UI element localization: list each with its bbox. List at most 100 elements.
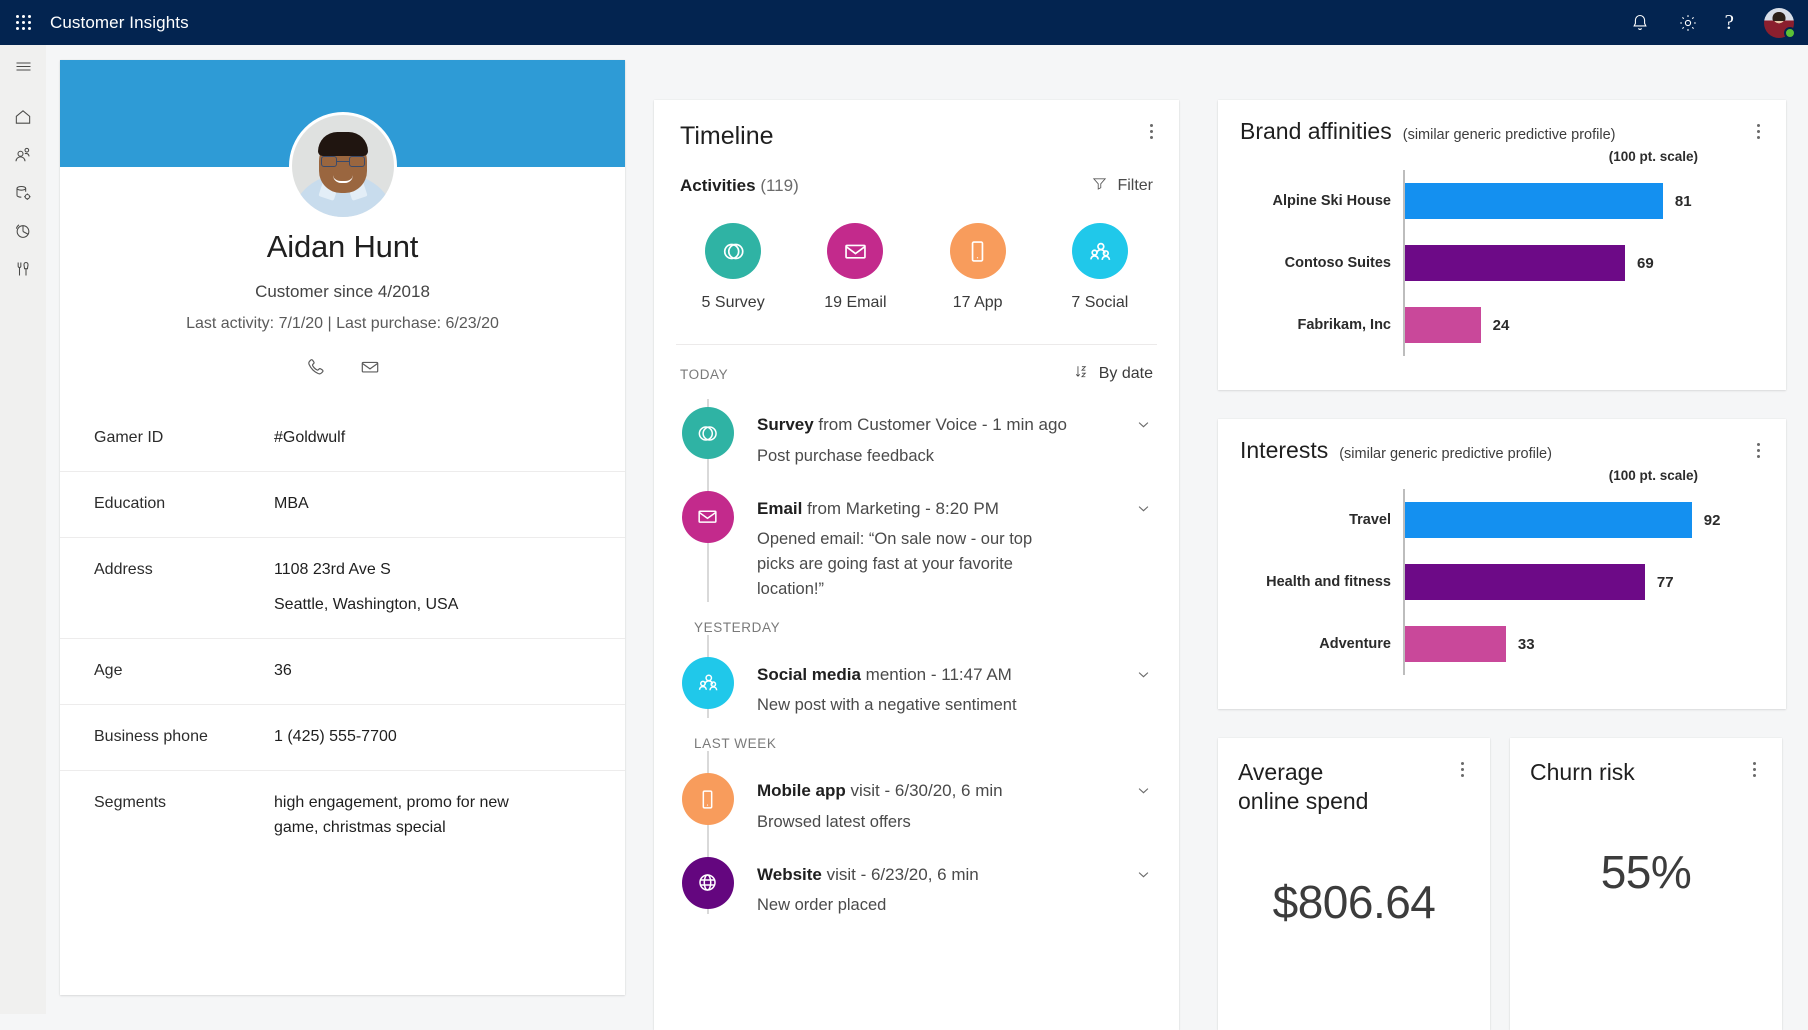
timeline-group-label-today: TODAY — [680, 367, 728, 382]
chevron-down-icon[interactable] — [1134, 781, 1153, 805]
chart-bar-label: Fabrikam, Inc — [1240, 316, 1397, 334]
chart-title: Brand affinities (similar generic predic… — [1240, 118, 1764, 145]
detail-label: Age — [94, 659, 274, 682]
chart-bar-row: Fabrikam, Inc 24 — [1240, 294, 1764, 356]
chart-bar-row: Contoso Suites 69 — [1240, 232, 1764, 294]
user-avatar[interactable] — [1764, 8, 1794, 38]
sidebar-item-measures[interactable] — [0, 214, 46, 252]
timeline-entry-title: Survey from Customer Voice - 1 min ago — [757, 413, 1125, 437]
chart-bar-track: 69 — [1403, 245, 1764, 281]
timeline-entry-email[interactable]: Email from Marketing - 8:20 PM Opened em… — [680, 469, 1153, 602]
chart-bar-fill — [1403, 307, 1481, 343]
chevron-down-icon[interactable] — [1134, 665, 1153, 689]
activities-count: (119) — [760, 176, 798, 195]
kpi-title-line1: Average — [1238, 758, 1438, 787]
timeline-entry-mobile-app[interactable]: Mobile app visit - 6/30/20, 6 min Browse… — [680, 751, 1153, 835]
timeline-entry-title: Email from Marketing - 8:20 PM — [757, 497, 1125, 521]
sidebar-item-customers[interactable] — [0, 138, 46, 176]
sort-label: By date — [1099, 365, 1153, 383]
customer-since-text: Customer since 4/2018 — [60, 282, 625, 302]
detail-value: high engagement, promo for new game, chr… — [274, 791, 534, 841]
timeline-card: Timeline Activities (119) Filter 5 Surve… — [654, 100, 1179, 1030]
profile-photo — [289, 112, 397, 220]
activity-tile-label: 17 App — [930, 294, 1026, 312]
timeline-entry-type: Mobile app — [757, 781, 846, 800]
activity-tile-email[interactable]: 19 Email — [807, 223, 903, 312]
chart-axis-line — [1403, 489, 1405, 675]
chart-bar-row: Health and fitness 77 — [1240, 551, 1764, 613]
sidebar-item-menu[interactable] — [0, 50, 46, 88]
detail-row-education: Education MBA — [60, 471, 625, 537]
detail-row-address: Address 1108 23rd Ave S Seattle, Washing… — [60, 537, 625, 639]
timeline-title: Timeline — [680, 122, 1153, 151]
detail-value: 1 (425) 555-7700 — [274, 725, 397, 750]
sort-button[interactable]: By date — [1073, 363, 1153, 385]
detail-row-business-phone: Business phone 1 (425) 555-7700 — [60, 704, 625, 770]
pie-chart-icon — [13, 221, 33, 246]
filter-button[interactable]: Filter — [1091, 175, 1153, 197]
social-people-icon — [682, 657, 734, 709]
timeline-entry-content: Survey from Customer Voice - 1 min ago P… — [757, 407, 1153, 469]
last-activity-purchase-text: Last activity: 7/1/20 | Last purchase: 6… — [60, 315, 625, 333]
kpi-value: $806.64 — [1238, 875, 1470, 929]
email-envelope-icon — [682, 491, 734, 543]
detail-label: Address — [94, 558, 274, 581]
detail-value: 1108 23rd Ave S Seattle, Washington, USA — [274, 558, 458, 619]
timeline-entries: Survey from Customer Voice - 1 min ago P… — [654, 385, 1179, 918]
chart-bar-value: 77 — [1657, 574, 1674, 591]
chart-bar-value: 69 — [1637, 255, 1654, 272]
activity-tile-app[interactable]: 17 App — [930, 223, 1026, 312]
brand-affinities-card: Brand affinities (similar generic predic… — [1218, 100, 1786, 390]
activity-type-tiles: 5 Survey 19 Email 17 App 7 Social — [654, 223, 1179, 312]
main-canvas: Aidan Hunt Customer since 4/2018 Last ac… — [46, 45, 1808, 1014]
notifications-bell-icon[interactable] — [1629, 12, 1651, 34]
chart-axis-line — [1403, 170, 1405, 356]
activity-tile-label: 7 Social — [1052, 294, 1148, 312]
churn-risk-card: Churn risk 55% — [1510, 738, 1782, 1030]
chart-bar-fill — [1403, 183, 1663, 219]
timeline-today-header: TODAY By date — [654, 345, 1179, 385]
interests-card: Interests (similar generic predictive pr… — [1218, 419, 1786, 709]
chart-bar-label: Travel — [1240, 511, 1397, 529]
email-envelope-icon[interactable] — [358, 355, 382, 379]
chart-title-text: Brand affinities — [1240, 118, 1392, 145]
detail-label: Gamer ID — [94, 426, 274, 449]
chart-bar-label: Adventure — [1240, 635, 1397, 653]
sidebar-item-data[interactable] — [0, 176, 46, 214]
chart-bars: Travel 92 Health and fitness 77 Adventur… — [1240, 489, 1764, 675]
chevron-down-icon[interactable] — [1134, 415, 1153, 439]
timeline-entry-type: Email — [757, 499, 802, 518]
sidebar-item-admin[interactable] — [0, 252, 46, 290]
more-options-icon[interactable] — [1748, 439, 1768, 461]
timeline-entry-meta: visit - 6/30/20, 6 min — [846, 781, 1003, 800]
more-options-icon[interactable] — [1748, 120, 1768, 142]
timeline-entry-website[interactable]: Website visit - 6/23/20, 6 min New order… — [680, 835, 1153, 919]
hamburger-menu-icon — [13, 56, 34, 82]
more-options-icon[interactable] — [1452, 758, 1472, 780]
timeline-entry-social[interactable]: Social media mention - 11:47 AM New post… — [680, 635, 1153, 719]
settings-gear-icon[interactable] — [1677, 12, 1699, 34]
timeline-bullet — [680, 657, 735, 719]
more-options-icon[interactable] — [1744, 758, 1764, 780]
timeline-entry-survey[interactable]: Survey from Customer Voice - 1 min ago P… — [680, 385, 1153, 469]
app-launcher-icon[interactable] — [0, 0, 46, 45]
timeline-entry-detail: New order placed — [757, 893, 1125, 918]
timeline-entry-content: Email from Marketing - 8:20 PM Opened em… — [757, 491, 1153, 602]
timeline-bullet — [680, 857, 735, 919]
timeline-group-label-lastweek: LAST WEEK — [680, 718, 792, 751]
timeline-entry-detail: New post with a negative sentiment — [757, 693, 1125, 718]
chevron-down-icon[interactable] — [1134, 865, 1153, 889]
timeline-activities-row: Activities (119) Filter — [654, 175, 1179, 197]
activity-tile-social[interactable]: 7 Social — [1052, 223, 1148, 312]
customers-people-icon — [13, 145, 33, 170]
more-options-icon[interactable] — [1141, 120, 1161, 142]
timeline-bullet — [680, 491, 735, 602]
sidebar-item-home[interactable] — [0, 100, 46, 138]
activity-tile-survey[interactable]: 5 Survey — [685, 223, 781, 312]
chart-bar-value: 81 — [1675, 193, 1692, 210]
phone-icon[interactable] — [304, 355, 328, 379]
globe-icon — [682, 857, 734, 909]
chevron-down-icon[interactable] — [1134, 499, 1153, 523]
chart-bar-fill — [1403, 245, 1625, 281]
help-question-icon[interactable]: ? — [1725, 12, 1734, 33]
